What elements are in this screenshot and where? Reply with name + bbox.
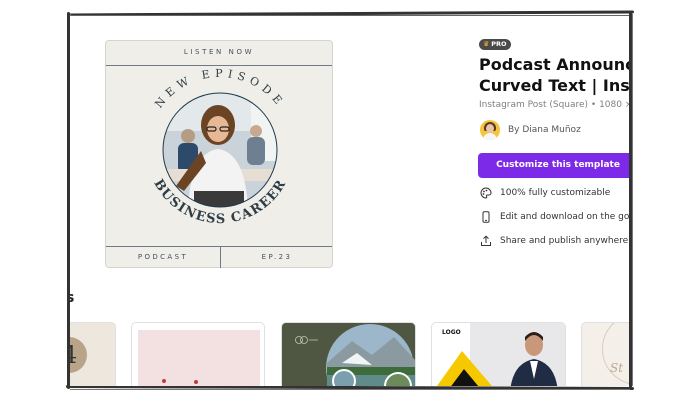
template-subtitle: Instagram Post (Square) • 1080 × 108 [479,100,629,110]
thumbnail-portrait [437,323,565,386]
thumbnail-card[interactable] [131,322,265,386]
feature-label: 100% fully customizable [500,188,611,198]
preview-bottom-left-label: PODCAST [137,253,189,261]
template-preview[interactable]: LISTEN NOW NEW EPISODE BUSINESS CAREER P… [105,40,333,268]
preview-artwork: NEW EPISODE BUSINESS CAREER [150,67,288,227]
template-title-line2: Curved Text | Instagr [479,76,629,95]
thumbnail-glyph: 4 [70,341,77,369]
author-name[interactable]: By Diana Muñoz [508,125,581,135]
section-heading: s [70,290,75,306]
phone-icon [482,211,490,223]
thumbnail-landscape [295,324,415,386]
preview-divider-bottom [106,246,332,247]
crown-icon: ♛ [483,40,490,48]
template-title-line1: Podcast Announcem [479,55,629,74]
customize-template-button[interactable]: Customize this template [478,153,629,178]
thumbnail-card[interactable] [281,322,416,386]
preview-bottom-right-label: EP.23 [261,253,293,261]
thumbnail-card[interactable]: LOGO [431,322,566,386]
feature-item-mobile: Edit and download on the go [480,211,629,223]
frame-border-right-inner [632,14,633,386]
author-row[interactable]: By Diana Muñoz [480,120,581,140]
pro-badge-label: PRO [491,40,507,48]
avatar[interactable] [480,120,500,140]
template-title: Podcast Announcem Curved Text | Instagr [479,54,629,96]
page-viewport: LISTEN NOW NEW EPISODE BUSINESS CAREER P… [70,16,629,386]
thumbnail-glyph: St [610,361,624,375]
feature-item-customizable: 100% fully customizable [480,187,610,199]
thumbnail-shape [138,330,260,386]
pro-badge: ♛ PRO [479,39,511,50]
frame-border-bottom-inner [70,389,630,390]
feature-label: Share and publish anywhere [500,236,629,246]
feature-item-share: Share and publish anywhere [480,235,628,247]
feature-label: Edit and download on the go [500,212,629,222]
thumbnail-card[interactable]: 4 [70,322,116,386]
palette-icon [480,187,492,199]
share-icon [481,235,491,246]
thumbnail-card[interactable]: St [581,322,629,386]
